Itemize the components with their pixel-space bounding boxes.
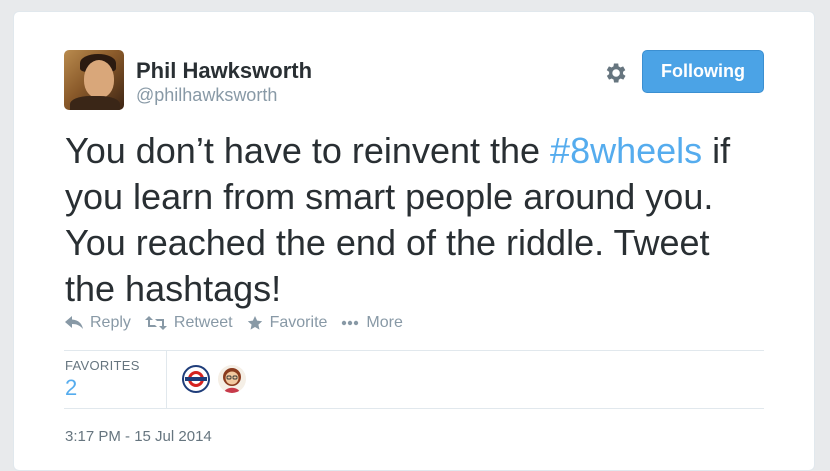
- reply-label: Reply: [90, 314, 131, 331]
- reply-button[interactable]: Reply: [65, 314, 131, 332]
- favoriter-avatar[interactable]: [182, 365, 210, 393]
- avatar-shirt: [70, 96, 120, 110]
- favorite-button[interactable]: Favorite: [247, 314, 328, 332]
- favorite-star-icon: [247, 316, 262, 330]
- divider: [64, 408, 764, 409]
- stats-divider: [166, 351, 167, 408]
- tweet-timestamp[interactable]: 3:17 PM - 15 Jul 2014: [65, 428, 212, 445]
- favoriter-avatar[interactable]: [218, 365, 246, 393]
- retweet-icon: [144, 316, 167, 330]
- user-avatar[interactable]: [64, 50, 124, 110]
- favorites-label: FAVORITES: [65, 358, 140, 373]
- more-dots-icon: [342, 320, 359, 326]
- tweet-text-before: You don’t have to reinvent the: [65, 130, 551, 171]
- roundel-logo-icon: [185, 368, 207, 390]
- favorite-label: Favorite: [269, 314, 328, 331]
- following-button[interactable]: Following: [642, 50, 764, 93]
- tweet-text: You don’t have to reinvent the #8wheels …: [65, 128, 765, 312]
- retweet-label: Retweet: [173, 314, 233, 331]
- cartoon-avatar-icon: [223, 368, 241, 393]
- gear-icon[interactable]: [602, 60, 628, 86]
- more-button[interactable]: More: [341, 314, 403, 332]
- more-label: More: [366, 314, 403, 331]
- user-display-name[interactable]: Phil Hawksworth: [136, 58, 312, 84]
- reply-icon: [65, 316, 83, 329]
- tweet-stats: FAVORITES 2: [64, 351, 764, 408]
- user-handle[interactable]: @philhawksworth: [136, 85, 277, 106]
- favorites-count[interactable]: 2: [65, 375, 77, 401]
- tweet-card: Phil Hawksworth @philhawksworth Followin…: [13, 11, 815, 471]
- avatar-face: [84, 60, 114, 98]
- hashtag-link[interactable]: #8wheels: [550, 130, 702, 171]
- retweet-button[interactable]: Retweet: [144, 314, 233, 332]
- tweet-actions: Reply Retweet Favorite More: [65, 314, 417, 332]
